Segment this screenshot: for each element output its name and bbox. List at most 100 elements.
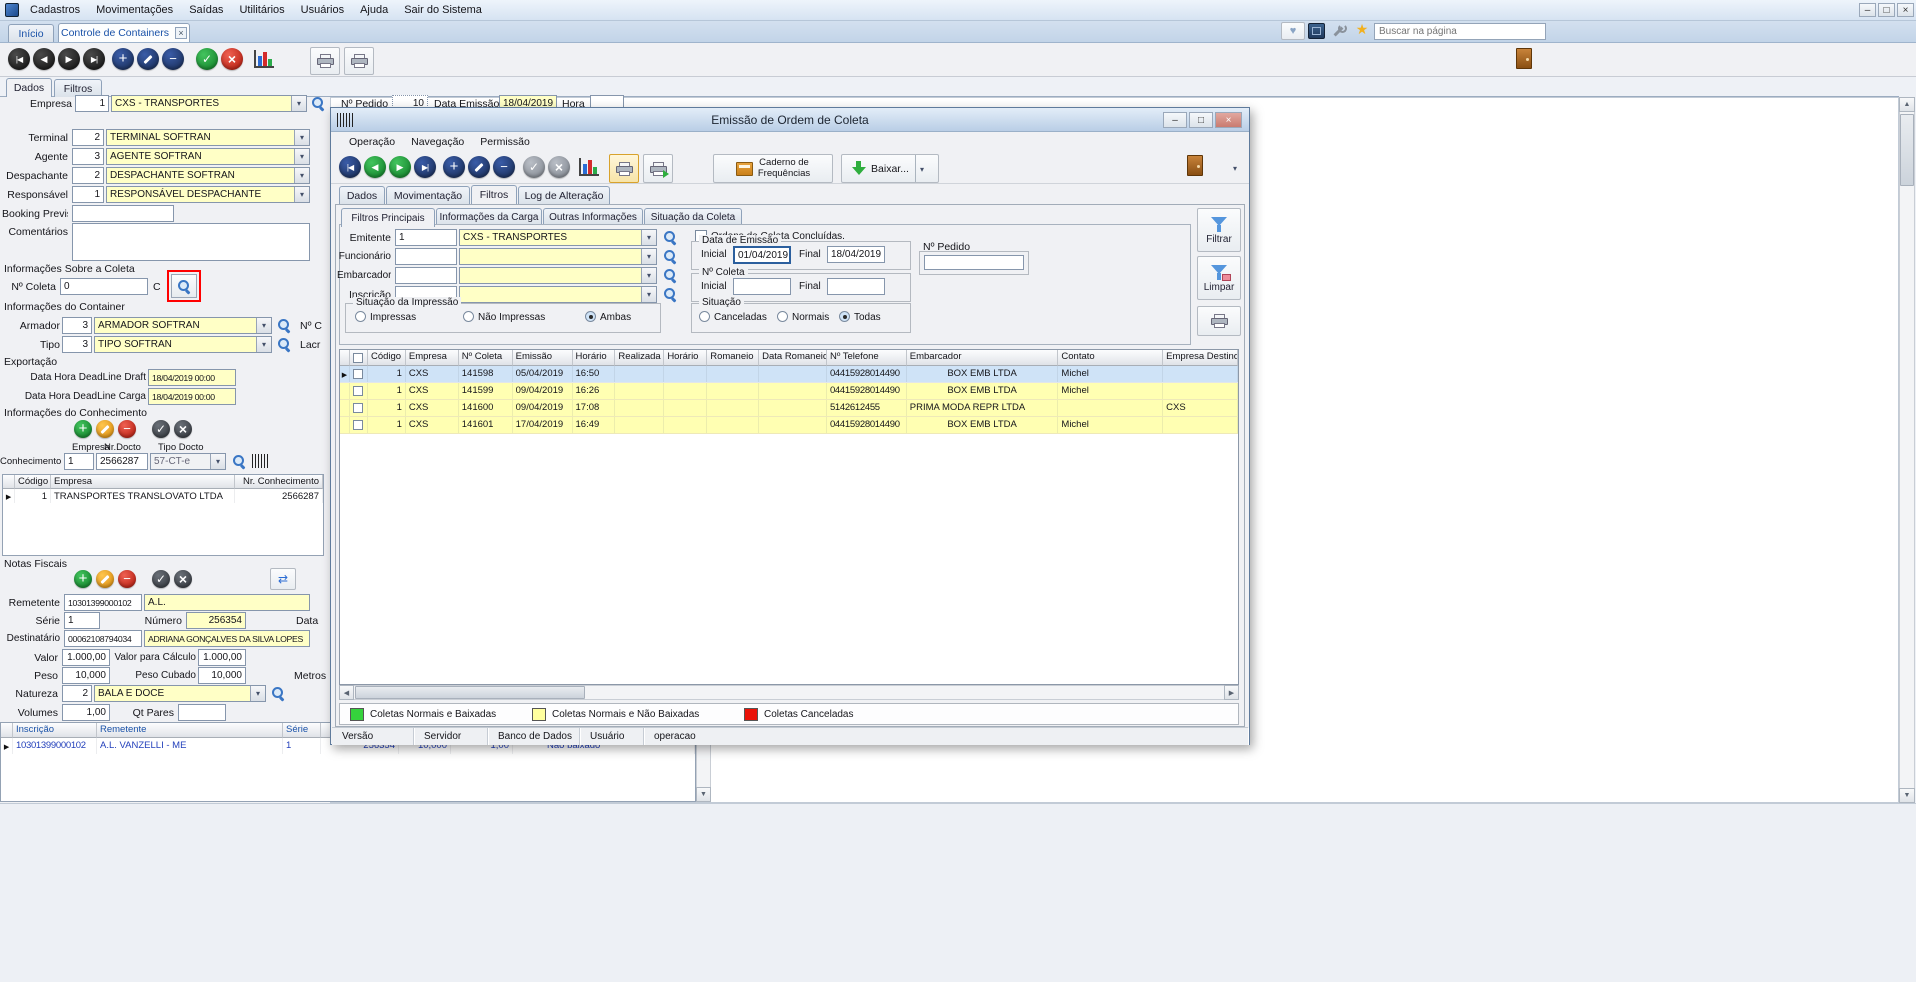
responsavel-code-field[interactable]: 1 (72, 186, 104, 203)
dialog-minimize-button[interactable]: – (1163, 112, 1187, 128)
radio-ambas[interactable] (585, 311, 596, 322)
funcionario-search-icon[interactable] (663, 249, 678, 264)
emitente-combo[interactable]: CXS - TRANSPORTES (459, 229, 657, 246)
scrollbar-thumb[interactable] (1900, 114, 1914, 186)
row-checkbox-cell[interactable] (350, 366, 368, 382)
subtab-situacao-coleta[interactable]: Situação da Coleta (644, 208, 742, 225)
conhecimento-cancel-button[interactable] (174, 420, 192, 438)
armador-code-field[interactable]: 3 (62, 317, 92, 334)
column-header[interactable]: Empresa (406, 350, 459, 366)
scroll-left-button[interactable]: ◀ (339, 685, 354, 700)
dialog-tab-filtros[interactable]: Filtros (471, 185, 517, 204)
notas-confirm-button[interactable] (152, 570, 170, 588)
table-row[interactable]: 1 TRANSPORTES TRANSLOVATO LTDA 2566287 (3, 489, 323, 503)
dialog-confirm-button[interactable] (523, 156, 545, 178)
table-row[interactable]: 1 CXS 141599 09/04/2019 16:26 0441592801… (340, 383, 1238, 400)
first-record-button[interactable] (8, 48, 30, 70)
inscricao-search-icon[interactable] (663, 287, 678, 302)
column-header[interactable]: Inscrição (13, 723, 97, 738)
column-header[interactable]: Data Romaneio (759, 350, 827, 366)
conhecimento-tipodocto-combo[interactable]: 57-CT-e (150, 453, 226, 470)
dialog-edit-button[interactable] (468, 156, 490, 178)
column-header[interactable]: Série (283, 723, 321, 738)
conhecimento-nrdocto-field[interactable]: 2566287 (96, 453, 148, 470)
tab-close-icon[interactable]: × (175, 27, 187, 39)
column-header[interactable]: Código (368, 350, 406, 366)
scroll-up-button[interactable]: ▲ (1899, 97, 1915, 112)
funcionario-code-field[interactable] (395, 248, 457, 265)
column-header[interactable]: Horário (664, 350, 707, 366)
tipo-search-icon[interactable] (277, 337, 292, 352)
radio-impressas[interactable] (355, 311, 366, 322)
notas-delete-button[interactable] (118, 570, 136, 588)
dialog-tab-movimentacao[interactable]: Movimentação (386, 186, 470, 204)
conhecimento-edit-button[interactable] (96, 420, 114, 438)
subtab-outras-informacoes[interactable]: Outras Informações (543, 208, 643, 225)
dialog-maximize-button[interactable]: □ (1189, 112, 1213, 128)
volumes-field[interactable]: 1,00 (62, 704, 110, 721)
embarcador-combo[interactable] (459, 267, 657, 284)
favorites-star-button[interactable]: ★ (1353, 21, 1371, 39)
column-header[interactable]: Nº Coleta (459, 350, 513, 366)
despachante-code-field[interactable]: 2 (72, 167, 104, 184)
serie-field[interactable]: 1 (64, 612, 100, 629)
radio-nao-impressas[interactable] (463, 311, 474, 322)
n-pedido-field[interactable] (924, 255, 1024, 270)
coleta-final-field[interactable] (827, 278, 885, 295)
despachante-combo[interactable]: DESPACHANTE SOFTRAN (106, 167, 310, 184)
exit-screen-button[interactable] (1516, 48, 1540, 74)
tipo-code-field[interactable]: 3 (62, 336, 92, 353)
menu-movimentacoes[interactable]: Movimentações (88, 2, 181, 19)
menu-usuarios[interactable]: Usuários (293, 2, 352, 19)
data-final-field[interactable]: 18/04/2019 (827, 246, 885, 263)
conhecimento-grid[interactable]: Código Empresa Nr. Conhecimento 1 TRANSP… (2, 474, 324, 556)
peso-cubado-field[interactable]: 10,000 (198, 667, 246, 684)
embarcador-search-icon[interactable] (663, 268, 678, 283)
tools-button[interactable] (1331, 23, 1349, 39)
subtab-filtros-principais[interactable]: Filtros Principais (341, 208, 435, 227)
embarcador-code-field[interactable] (395, 267, 457, 284)
table-row[interactable]: 1 CXS 141601 17/04/2019 16:49 0441592801… (340, 417, 1238, 434)
row-checkbox-cell[interactable] (350, 417, 368, 433)
radio-canceladas[interactable] (699, 311, 710, 322)
form-tab-dados[interactable]: Dados (6, 78, 52, 97)
menu-ajuda[interactable]: Ajuda (352, 2, 396, 19)
confirm-button[interactable] (196, 48, 218, 70)
column-header[interactable]: Remetente (97, 723, 283, 738)
agente-combo[interactable]: AGENTE SOFTRAN (106, 148, 310, 165)
inscricao-combo[interactable] (459, 286, 657, 303)
limpar-button[interactable]: Limpar (1197, 256, 1241, 300)
booking-field[interactable] (72, 205, 174, 222)
cancel-button[interactable] (221, 48, 243, 70)
terminal-combo[interactable]: TERMINAL SOFTRAN (106, 129, 310, 146)
radio-normais[interactable] (777, 311, 788, 322)
row-checkbox-cell[interactable] (350, 383, 368, 399)
funcionario-combo[interactable] (459, 248, 657, 265)
dialog-grid-print-button[interactable] (1197, 306, 1241, 336)
armador-combo[interactable]: ARMADOR SOFTRAN (94, 317, 272, 334)
last-record-button[interactable] (83, 48, 105, 70)
valor-calc-field[interactable]: 1.000,00 (198, 649, 246, 666)
caderno-frequencias-button[interactable]: Caderno deFrequências (713, 154, 833, 183)
window-maximize-button[interactable]: □ (1878, 3, 1895, 17)
dialog-close-button[interactable]: × (1215, 112, 1242, 128)
menu-saidas[interactable]: Saídas (181, 2, 231, 19)
right-panel-scrollbar[interactable] (1899, 97, 1915, 803)
radio-todas[interactable] (839, 311, 850, 322)
favorites-heart-button[interactable]: ♥ (1281, 22, 1305, 40)
peso-field[interactable]: 10,000 (62, 667, 110, 684)
table-row[interactable]: 1 CXS 141598 05/04/2019 16:50 0441592801… (340, 366, 1238, 383)
chart-button[interactable] (254, 50, 274, 68)
scroll-down-button[interactable]: ▼ (696, 787, 711, 802)
menu-utilitarios[interactable]: Utilitários (231, 2, 292, 19)
tab-inicio[interactable]: Início (8, 24, 54, 42)
coleta-inicial-field[interactable] (733, 278, 791, 295)
dialog-tab-dados[interactable]: Dados (339, 186, 385, 204)
destinatario-code-field[interactable]: 00062108794034 (64, 630, 142, 647)
destinatario-nome-field[interactable]: ADRIANA GONÇALVES DA SILVA LOPES (144, 630, 310, 647)
notas-cancel-button[interactable] (174, 570, 192, 588)
column-header[interactable]: Empresa Destino (1163, 350, 1238, 366)
dialog-menu-operacao[interactable]: Operação (341, 134, 403, 151)
column-header[interactable]: Realizada (615, 350, 664, 366)
conhecimento-add-button[interactable] (74, 420, 92, 438)
